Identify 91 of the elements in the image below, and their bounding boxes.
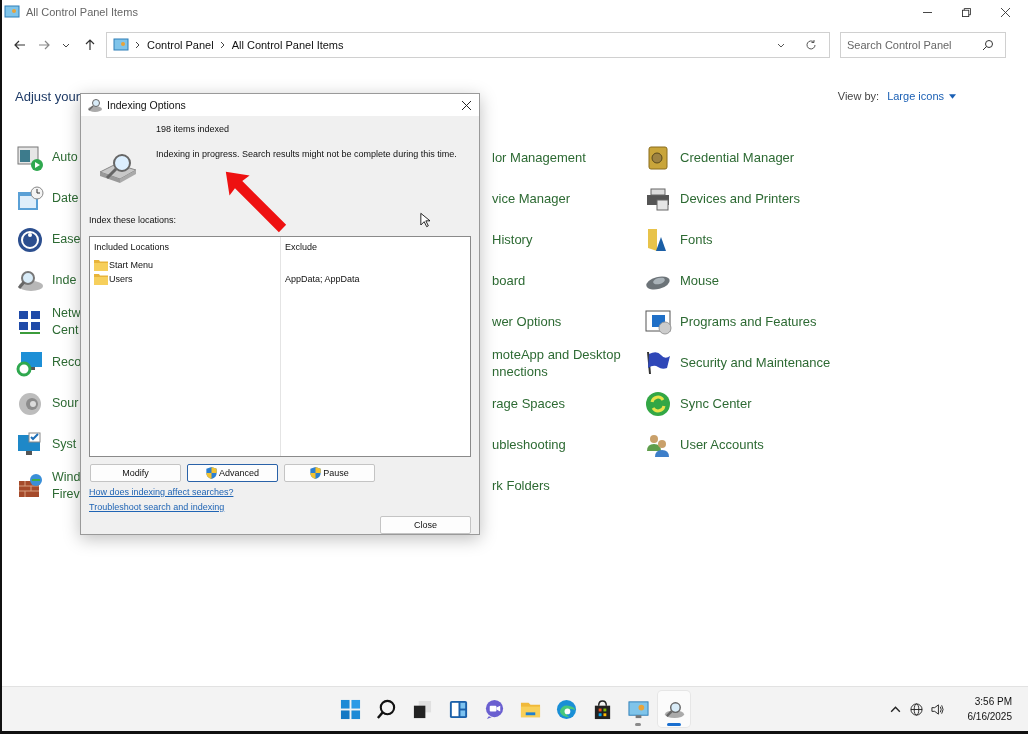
running-indicator (635, 723, 641, 726)
settings-link[interactable]: Sour (52, 395, 79, 412)
chevron-down-icon[interactable] (62, 41, 70, 49)
settings-link[interactable]: Fonts (680, 231, 713, 248)
settings-link[interactable]: Security and Maintenance (680, 354, 831, 371)
forward-arrow-icon[interactable] (38, 39, 50, 51)
settings-link[interactable]: moteApp and Desktop nnections (492, 345, 621, 380)
settings-link[interactable]: rk Folders (492, 477, 550, 494)
close-icon[interactable] (462, 100, 471, 110)
chat-icon[interactable] (483, 698, 505, 720)
autoplay-icon (16, 143, 44, 172)
accessibility-icon (16, 225, 44, 254)
window-title: All Control Panel Items (26, 6, 138, 18)
settings-link[interactable]: Syst (52, 436, 77, 453)
settings-link[interactable]: Date (52, 190, 79, 207)
settings-link[interactable]: Netw Cent (52, 304, 81, 339)
chevron-down-icon[interactable] (777, 41, 785, 49)
settings-link[interactable]: Programs and Features (680, 313, 817, 330)
search-field[interactable]: Search Control Panel (840, 32, 1006, 58)
magnifier-drive-icon (98, 152, 138, 184)
view-by-label: View by: (837, 90, 880, 102)
task-view-icon[interactable] (411, 698, 433, 720)
magnifier-drive-icon (87, 97, 103, 113)
programs-window-icon (644, 307, 672, 336)
start-icon[interactable] (339, 698, 361, 720)
clock-date[interactable]: 6/16/2025 (967, 709, 1012, 724)
widgets-icon[interactable] (447, 698, 469, 720)
settings-link[interactable]: User Accounts (680, 436, 764, 453)
status-message: Indexing in progress. Search results might not be complete during this time. (156, 149, 457, 159)
browser-icon[interactable] (555, 698, 577, 720)
breadcrumb-item[interactable]: Control Panel (147, 39, 214, 51)
location-name[interactable]: Start Menu (109, 260, 154, 270)
mouse-pointer-icon (420, 212, 430, 228)
dialog-title: Indexing Options (107, 99, 186, 111)
shield-icon (310, 467, 322, 479)
exclude-value: AppData; AppData (285, 274, 360, 284)
settings-link[interactable]: Credential Manager (680, 149, 795, 166)
control-panel-icon (113, 37, 129, 53)
globe-icon[interactable] (909, 702, 923, 716)
address-bar[interactable]: Control Panel All Control Panel Items (106, 32, 830, 58)
page-heading: Adjust your (15, 88, 81, 104)
shield-icon (206, 467, 217, 479)
settings-link[interactable]: lor Management (492, 149, 586, 166)
settings-link[interactable]: vice Manager (492, 190, 571, 207)
control-panel-icon (4, 4, 20, 20)
close-button[interactable]: Close (380, 516, 471, 534)
settings-link[interactable]: Reco (52, 354, 82, 371)
breadcrumb-item[interactable]: All Control Panel Items (231, 39, 344, 51)
settings-link[interactable]: Sync Center (680, 395, 752, 412)
folder-icon (94, 259, 108, 271)
control-panel-icon[interactable] (627, 698, 649, 720)
dialog-button[interactable]: Pause (284, 464, 375, 482)
close-icon[interactable] (1001, 7, 1010, 17)
column-header: Exclude (285, 242, 319, 254)
help-link[interactable]: How does indexing affect searches? (89, 487, 234, 497)
settings-link[interactable]: Devices and Printers (680, 190, 800, 207)
settings-link[interactable]: Ease (52, 231, 81, 248)
settings-link[interactable]: Auto (52, 149, 78, 166)
view-by-dropdown[interactable]: Large icons (887, 90, 956, 102)
calendar-clock-icon (16, 184, 44, 213)
search-icon[interactable] (982, 39, 994, 51)
location-name[interactable]: Users (109, 274, 133, 284)
speaker-icon[interactable] (930, 702, 944, 716)
settings-link[interactable]: Mouse (680, 272, 720, 289)
clock-time[interactable]: 3:56 PM (974, 694, 1012, 709)
locations-label: Index these locations: (89, 215, 177, 225)
caret-icon (949, 93, 956, 99)
chevron-right-icon (219, 41, 226, 49)
settings-link[interactable]: History (492, 231, 533, 248)
help-link[interactable]: Troubleshoot search and indexing (89, 502, 225, 512)
back-arrow-icon[interactable] (14, 39, 26, 51)
annotation-arrow (224, 170, 288, 234)
settings-link[interactable]: Wind Firev (52, 468, 81, 503)
refresh-icon[interactable] (805, 39, 817, 51)
items-count: 198 items indexed (156, 124, 231, 134)
settings-link[interactable]: rage Spaces (492, 395, 565, 412)
search-icon[interactable] (375, 698, 397, 720)
brick-wall-icon (16, 471, 44, 500)
column-header: Included Locations (94, 242, 171, 254)
settings-link[interactable]: board (492, 272, 526, 289)
settings-link[interactable]: Inde (52, 272, 77, 289)
up-arrow-icon[interactable] (84, 39, 96, 51)
settings-link[interactable]: wer Options (492, 313, 562, 330)
restore-icon[interactable] (962, 7, 971, 17)
dialog-button[interactable]: Modify (90, 464, 181, 482)
running-indicator (667, 723, 681, 726)
settings-link[interactable]: ubleshooting (492, 436, 566, 453)
dialog-button[interactable]: Advanced (187, 464, 278, 482)
folder-icon (94, 273, 108, 285)
chevron-right-icon (135, 41, 141, 49)
sync-icon (644, 389, 672, 418)
